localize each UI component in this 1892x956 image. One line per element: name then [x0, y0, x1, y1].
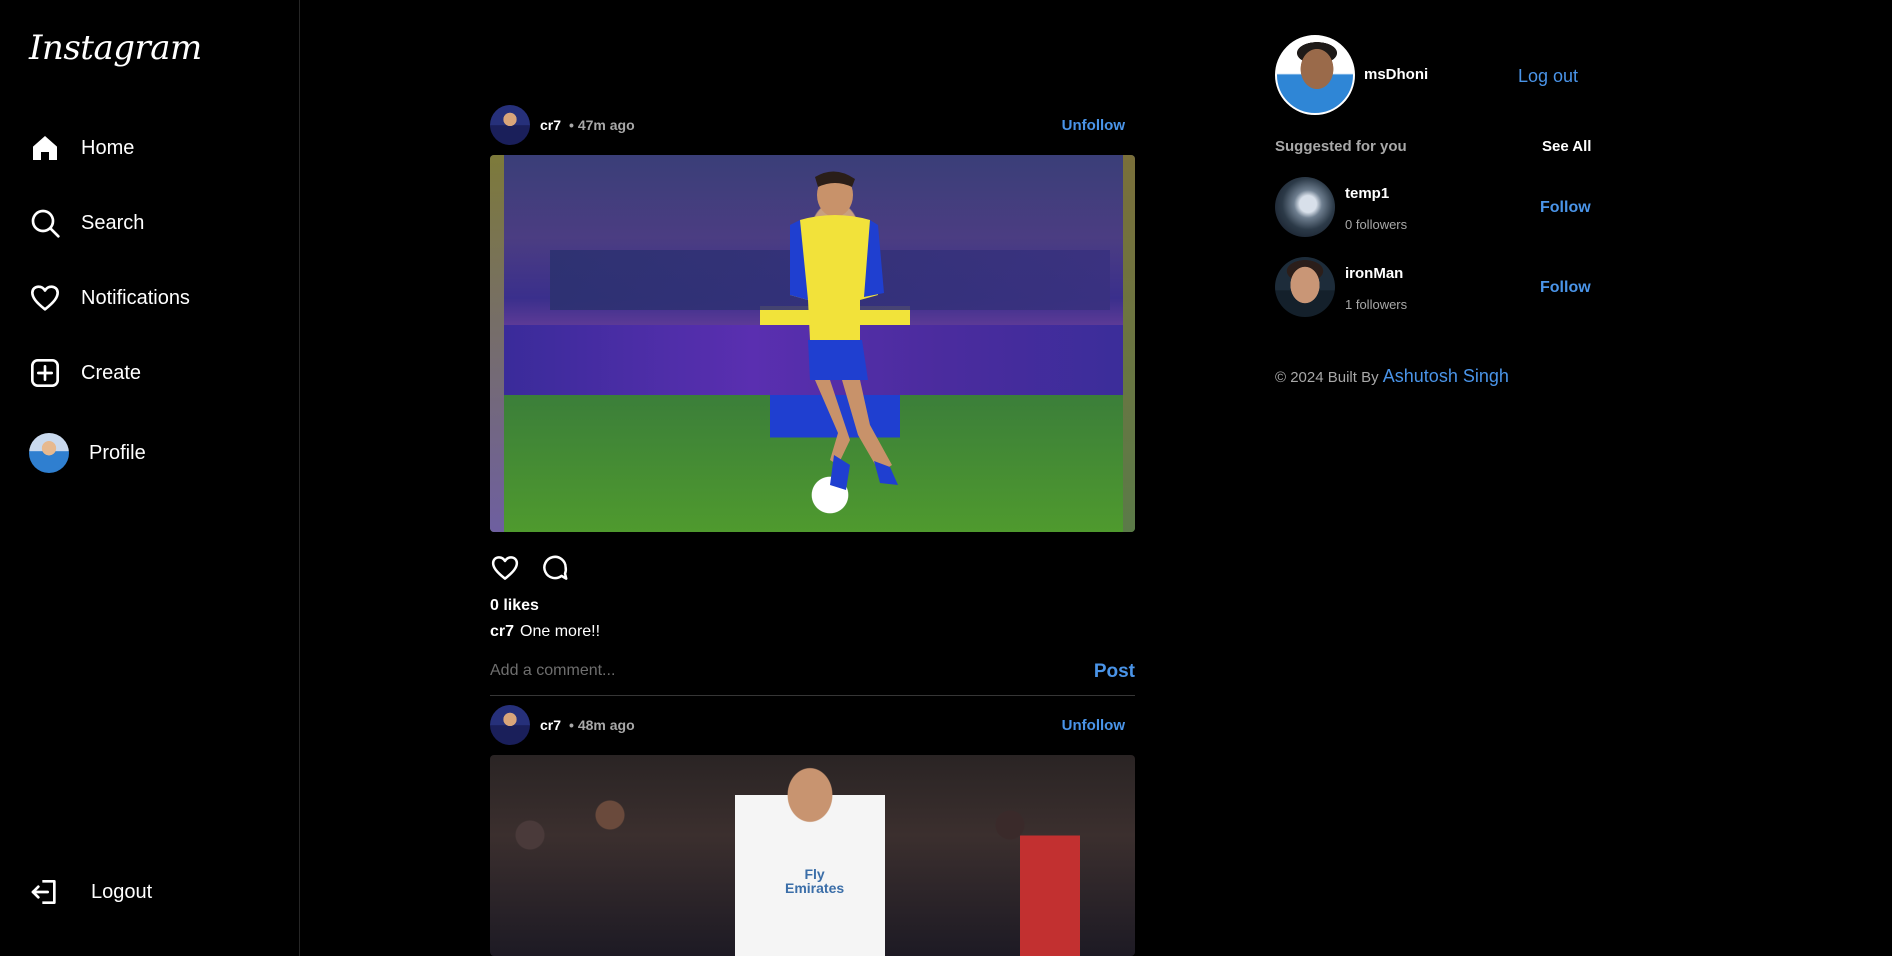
follow-button[interactable]: Follow [1540, 199, 1591, 217]
sidebar-item-search[interactable]: Search [29, 201, 144, 245]
image-border-left [490, 155, 504, 532]
sidebar-item-notifications[interactable]: Notifications [29, 276, 190, 320]
post-username[interactable]: cr7 [540, 717, 561, 733]
sidebar-item-label: Home [81, 136, 135, 159]
likes-count: 0 likes [490, 597, 539, 614]
avatar[interactable] [490, 705, 530, 745]
post-comment-button[interactable]: Post [1094, 661, 1135, 683]
comment-icon[interactable] [540, 553, 570, 583]
logout-icon [29, 876, 61, 908]
instagram-logo[interactable]: Instagram [29, 28, 202, 68]
suggestion-followers: 0 followers [1345, 217, 1408, 232]
caption-text: One more!! [520, 623, 601, 640]
suggestion-followers: 1 followers [1345, 297, 1408, 312]
sidebar-item-home[interactable]: Home [29, 126, 134, 170]
post-image[interactable]: Fly Emirates [490, 755, 1135, 956]
player-figure [790, 171, 898, 490]
caption-username[interactable]: cr7 [490, 623, 514, 640]
sidebar: Instagram Home Search Notifications Crea… [0, 0, 300, 956]
suggested-title: Suggested for you [1275, 138, 1407, 155]
footer: © 2024 Built By Ashutosh Singh [1275, 366, 1509, 387]
unfollow-button[interactable]: Unfollow [1062, 717, 1125, 734]
sidebar-item-logout[interactable]: Logout [29, 870, 152, 914]
post-timestamp: • 47m ago [569, 117, 635, 133]
like-heart-icon[interactable] [490, 553, 520, 583]
shirt-logo-text: Fly Emirates [785, 866, 845, 896]
plus-square-icon [29, 357, 61, 389]
avatar[interactable] [1275, 257, 1335, 317]
suggestion-item: ironMan 1 followers Follow [1275, 257, 1595, 319]
suggestion-username[interactable]: ironMan [1345, 265, 1403, 282]
see-all-link[interactable]: See All [1542, 138, 1591, 155]
comment-input[interactable] [490, 656, 1050, 686]
author-link[interactable]: Ashutosh Singh [1383, 366, 1509, 386]
image-border-right [1123, 155, 1135, 532]
sidebar-item-label: Profile [89, 441, 146, 464]
sidebar-item-label: Notifications [81, 286, 190, 309]
current-username[interactable]: msDhoni [1364, 66, 1428, 83]
avatar[interactable] [1275, 177, 1335, 237]
current-user-avatar[interactable] [1275, 35, 1355, 115]
sidebar-item-profile[interactable]: Profile [29, 431, 146, 475]
logout-button[interactable]: Log out [1518, 66, 1578, 87]
comment-row: Post [490, 656, 1135, 696]
unfollow-button[interactable]: Unfollow [1062, 117, 1125, 134]
suggestion-item: temp1 0 followers Follow [1275, 177, 1595, 239]
post-header: cr7 • 48m ago Unfollow [490, 705, 1135, 745]
avatar [29, 433, 69, 473]
suggestion-username[interactable]: temp1 [1345, 185, 1389, 202]
sidebar-item-create[interactable]: Create [29, 351, 141, 395]
follow-button[interactable]: Follow [1540, 279, 1591, 297]
footer-text: © 2024 Built By [1275, 369, 1379, 386]
post-actions [490, 553, 570, 583]
sidebar-item-label: Logout [91, 880, 153, 903]
post-header: cr7 • 47m ago Unfollow [490, 105, 1135, 145]
search-icon [29, 207, 61, 239]
home-icon [29, 132, 61, 164]
sidebar-item-label: Search [81, 211, 145, 234]
post-caption: cr7 One more!! [490, 623, 600, 641]
post-timestamp: • 48m ago [569, 717, 635, 733]
post-image[interactable] [490, 155, 1135, 532]
avatar[interactable] [490, 105, 530, 145]
post-username[interactable]: cr7 [540, 117, 561, 133]
sidebar-item-label: Create [81, 361, 142, 384]
heart-icon [29, 282, 61, 314]
